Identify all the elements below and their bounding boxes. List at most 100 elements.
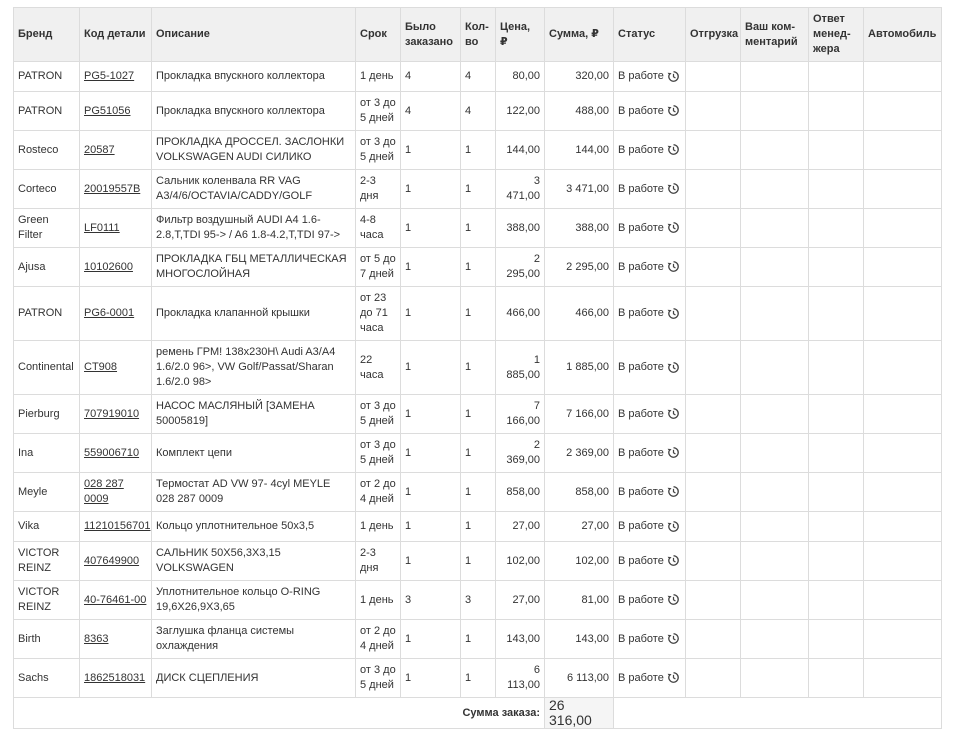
cell-status: В работе bbox=[613, 658, 686, 698]
header-col-comment: Ваш ком-ментарий bbox=[740, 7, 809, 62]
orders-table-wrapper: Бренд Код детали Описание Срок Было заказано… bbox=[13, 7, 942, 729]
cell-car bbox=[863, 472, 942, 512]
history-icon[interactable] bbox=[667, 221, 680, 234]
table-row: VICTOR REINZ 407649900 САЛЬНИК 50X56,3X3,1… bbox=[13, 541, 942, 581]
history-icon[interactable] bbox=[667, 446, 680, 459]
part-code-link[interactable]: 10102600 bbox=[84, 261, 133, 273]
cell-qty: 1 bbox=[460, 619, 496, 659]
cell-comment bbox=[740, 286, 809, 341]
history-icon[interactable] bbox=[667, 260, 680, 273]
cell-manager-reply bbox=[808, 541, 864, 581]
cell-shipment bbox=[685, 286, 741, 341]
history-icon[interactable] bbox=[667, 182, 680, 195]
cell-code: PG51056 bbox=[79, 91, 152, 131]
status-text: В работе bbox=[618, 485, 664, 498]
cell-price: 143,00 bbox=[495, 619, 545, 659]
cell-price: 6 113,00 bbox=[495, 658, 545, 698]
cell-ordered: 1 bbox=[400, 433, 461, 473]
cell-comment bbox=[740, 130, 809, 170]
part-code-link[interactable]: PG6-0001 bbox=[84, 307, 134, 319]
cell-sum: 2 369,00 bbox=[544, 433, 614, 473]
cell-description: Кольцо уплотнительное 50x3,5 bbox=[151, 511, 356, 542]
part-code-link[interactable]: 407649900 bbox=[84, 555, 139, 567]
part-code-link[interactable]: LF0111 bbox=[84, 222, 120, 234]
total-value: 26 316,00 bbox=[544, 697, 614, 729]
total-label: Сумма заказа: bbox=[13, 697, 545, 729]
cell-status: В работе bbox=[613, 247, 686, 287]
cell-term: 1 день bbox=[355, 580, 401, 620]
cell-price: 27,00 bbox=[495, 580, 545, 620]
cell-qty: 1 bbox=[460, 169, 496, 209]
cell-manager-reply bbox=[808, 394, 864, 434]
cell-sum: 858,00 bbox=[544, 472, 614, 512]
history-icon[interactable] bbox=[667, 520, 680, 533]
cell-manager-reply bbox=[808, 91, 864, 131]
cell-manager-reply bbox=[808, 208, 864, 248]
history-icon[interactable] bbox=[667, 307, 680, 320]
table-row: Ajusa 10102600 ПРОКЛАДКА ГБЦ МЕТАЛЛИЧЕСКАЯ… bbox=[13, 247, 942, 287]
cell-ordered: 1 bbox=[400, 541, 461, 581]
status-text: В работе bbox=[618, 143, 664, 156]
header-col-description: Описание bbox=[151, 7, 356, 62]
header-col-shipment: Отгрузка bbox=[685, 7, 741, 62]
history-icon[interactable] bbox=[667, 104, 680, 117]
header-col-ordered: Было заказано bbox=[400, 7, 461, 62]
table-row: Corteco 20019557B Сальник коленвала RR VAG… bbox=[13, 169, 942, 209]
cell-manager-reply bbox=[808, 169, 864, 209]
cell-shipment bbox=[685, 91, 741, 131]
cell-comment bbox=[740, 91, 809, 131]
history-icon[interactable] bbox=[667, 632, 680, 645]
cell-code: 028 287 0009 bbox=[79, 472, 152, 512]
history-icon[interactable] bbox=[667, 593, 680, 606]
cell-description: Заглушка фланца системы охлаждения bbox=[151, 619, 356, 659]
cell-term: 4-8 часа bbox=[355, 208, 401, 248]
cell-code: 11210156701 bbox=[79, 511, 152, 542]
part-code-link[interactable]: 559006710 bbox=[84, 447, 139, 459]
header-col-manager-reply: Ответ менед-жера bbox=[808, 7, 864, 62]
cell-brand: Birth bbox=[13, 619, 80, 659]
part-code-link[interactable]: 40-76461-00 bbox=[84, 594, 146, 606]
part-code-link[interactable]: CT908 bbox=[84, 361, 117, 373]
history-icon[interactable] bbox=[667, 70, 680, 83]
part-code-link[interactable]: 8363 bbox=[84, 633, 108, 645]
cell-shipment bbox=[685, 658, 741, 698]
history-icon[interactable] bbox=[667, 143, 680, 156]
cell-code: 20587 bbox=[79, 130, 152, 170]
history-icon[interactable] bbox=[667, 554, 680, 567]
cell-comment bbox=[740, 169, 809, 209]
cell-brand: PATRON bbox=[13, 91, 80, 131]
cell-status: В работе bbox=[613, 511, 686, 542]
total-row: Сумма заказа: 26 316,00 bbox=[13, 697, 942, 729]
cell-car bbox=[863, 340, 942, 395]
table-row: VICTOR REINZ 40-76461-00 Уплотнительное ко… bbox=[13, 580, 942, 620]
cell-status: В работе bbox=[613, 208, 686, 248]
status-text: В работе bbox=[618, 182, 664, 195]
part-code-link[interactable]: PG5-1027 bbox=[84, 70, 134, 82]
cell-sum: 27,00 bbox=[544, 511, 614, 542]
cell-car bbox=[863, 619, 942, 659]
part-code-link[interactable]: PG51056 bbox=[84, 105, 130, 117]
cell-term: от 3 до 5 дней bbox=[355, 91, 401, 131]
history-icon[interactable] bbox=[667, 485, 680, 498]
part-code-link[interactable]: 20019557B bbox=[84, 183, 140, 195]
cell-brand: Sachs bbox=[13, 658, 80, 698]
part-code-link[interactable]: 1862518031 bbox=[84, 672, 145, 684]
history-icon[interactable] bbox=[667, 671, 680, 684]
cell-brand: Corteco bbox=[13, 169, 80, 209]
part-code-link[interactable]: 707919010 bbox=[84, 408, 139, 420]
part-code-link[interactable]: 028 287 0009 bbox=[84, 478, 124, 505]
cell-term: от 5 до 7 дней bbox=[355, 247, 401, 287]
status-text: В работе bbox=[618, 104, 664, 117]
cell-term: 22 часа bbox=[355, 340, 401, 395]
history-icon[interactable] bbox=[667, 361, 680, 374]
part-code-link[interactable]: 20587 bbox=[84, 144, 115, 156]
cell-shipment bbox=[685, 433, 741, 473]
cell-brand: Pierburg bbox=[13, 394, 80, 434]
cell-brand: PATRON bbox=[13, 61, 80, 92]
status-text: В работе bbox=[618, 554, 664, 567]
history-icon[interactable] bbox=[667, 407, 680, 420]
part-code-link[interactable]: 11210156701 bbox=[84, 520, 150, 532]
table-row: Meyle 028 287 0009 Термостат AD VW 97- 4cy… bbox=[13, 472, 942, 512]
cell-ordered: 1 bbox=[400, 247, 461, 287]
cell-price: 102,00 bbox=[495, 541, 545, 581]
